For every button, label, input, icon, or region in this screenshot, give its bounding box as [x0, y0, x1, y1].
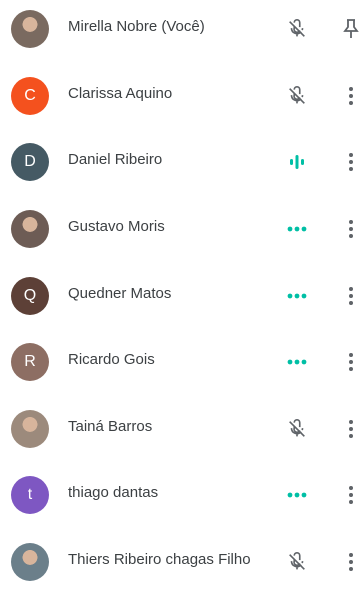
participant-name: Quedner Matos [68, 285, 172, 302]
more-vert-icon[interactable] [341, 550, 361, 574]
avatar [11, 543, 49, 581]
mic-off-icon [283, 548, 311, 576]
participant-name: Gustavo Moris [68, 218, 165, 235]
more-vert-icon[interactable] [341, 84, 361, 108]
mic-off-icon [283, 415, 311, 443]
more-vert-icon[interactable] [341, 417, 361, 441]
participant-row[interactable]: t thiago dantas [0, 462, 361, 528]
speaking-indicator-icon [283, 148, 311, 176]
more-vert-icon[interactable] [341, 483, 361, 507]
more-vert-icon[interactable] [341, 150, 361, 174]
participants-list: Mirella Nobre (Você) C Clarissa Aquino D Dan… [0, 0, 361, 581]
participant-row[interactable]: Mirella Nobre (Você) [0, 0, 361, 62]
avatar: t [11, 476, 49, 514]
participant-row[interactable]: Tainá Barros [0, 396, 361, 462]
participant-row[interactable]: R Ricardo Gois [0, 329, 361, 395]
participant-row[interactable]: D Daniel Ribeiro [0, 129, 361, 195]
more-vert-icon[interactable] [341, 217, 361, 241]
participant-name: Daniel Ribeiro [68, 151, 163, 168]
participant-name: Ricardo Gois [68, 351, 155, 368]
participant-row[interactable]: C Clarissa Aquino [0, 63, 361, 129]
more-vert-icon[interactable] [341, 284, 361, 308]
participant-row[interactable]: Gustavo Moris [0, 196, 361, 262]
avatar [11, 410, 49, 448]
mic-off-icon [283, 15, 311, 43]
audio-level-icon [283, 481, 311, 509]
avatar [11, 10, 49, 48]
participant-name: Thiers Ribeiro chagas Filho [68, 551, 251, 568]
avatar-initial: R [24, 353, 36, 370]
participant-row[interactable]: Q Quedner Matos [0, 263, 361, 329]
participant-name: Tainá Barros [68, 418, 153, 435]
audio-level-icon [283, 215, 311, 243]
participant-row[interactable]: Thiers Ribeiro chagas Filho [0, 529, 361, 595]
avatar: Q [11, 277, 49, 315]
avatar: R [11, 343, 49, 381]
avatar-initial: t [27, 486, 33, 503]
participant-name: Clarissa Aquino [68, 85, 173, 102]
avatar: C [11, 77, 49, 115]
avatar-initial: D [24, 153, 36, 170]
mic-off-icon [283, 82, 311, 110]
avatar: D [11, 143, 49, 181]
participant-name: Mirella Nobre (Você) [68, 18, 205, 35]
avatar [11, 210, 49, 248]
audio-level-icon [283, 282, 311, 310]
audio-level-icon [283, 348, 311, 376]
participant-name: thiago dantas [68, 484, 159, 501]
pin-icon[interactable] [341, 15, 361, 43]
avatar-initial: C [24, 87, 36, 104]
avatar-initial: Q [23, 287, 37, 304]
more-vert-icon[interactable] [341, 350, 361, 374]
